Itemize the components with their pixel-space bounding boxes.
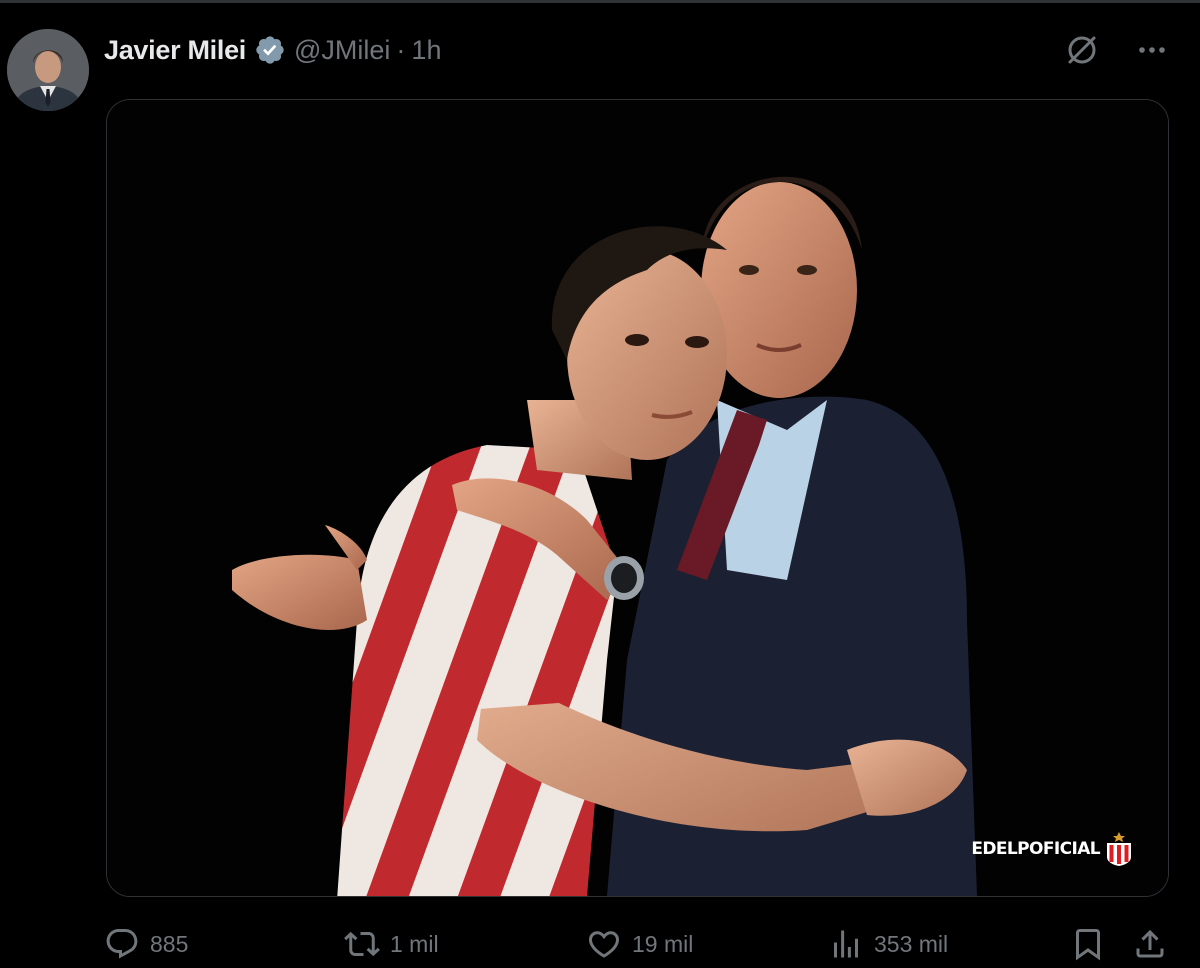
timestamp[interactable]: 1h bbox=[411, 35, 441, 66]
more-icon[interactable] bbox=[1134, 32, 1170, 68]
top-divider bbox=[0, 0, 1200, 3]
like-button[interactable]: 19 mil bbox=[586, 922, 693, 966]
reply-icon bbox=[106, 929, 138, 959]
heart-icon bbox=[588, 931, 620, 958]
watermark-text: EDELPOFICIAL bbox=[971, 839, 1100, 859]
grok-icon[interactable] bbox=[1064, 32, 1100, 68]
separator-dot: · bbox=[396, 34, 406, 65]
repost-button[interactable]: 1 mil bbox=[344, 922, 439, 966]
tweet-photo[interactable]: EDELPOFICIAL bbox=[106, 99, 1169, 897]
repost-icon bbox=[344, 931, 380, 957]
verified-badge-icon[interactable] bbox=[254, 34, 286, 66]
view-count: 353 mil bbox=[874, 930, 949, 957]
tweet-action-bar: 885 1 mil 19 mil 353 mil bbox=[104, 922, 1170, 966]
share-icon bbox=[1136, 929, 1164, 958]
share-button[interactable] bbox=[1132, 922, 1168, 966]
views-button[interactable]: 353 mil bbox=[828, 922, 948, 966]
like-count: 19 mil bbox=[632, 930, 694, 957]
reply-count: 885 bbox=[150, 930, 189, 957]
club-crest-icon bbox=[1106, 832, 1132, 866]
author-display-name[interactable]: Javier Milei bbox=[104, 35, 246, 66]
bookmark-button[interactable] bbox=[1070, 922, 1106, 966]
reply-button[interactable]: 885 bbox=[104, 922, 188, 966]
author-handle[interactable]: @JMilei bbox=[294, 35, 390, 66]
photo-illustration bbox=[107, 100, 1168, 896]
author-avatar[interactable] bbox=[7, 29, 89, 111]
header-actions bbox=[1064, 30, 1170, 70]
repost-count: 1 mil bbox=[390, 930, 439, 957]
watermark: EDELPOFICIAL bbox=[971, 832, 1132, 866]
views-icon bbox=[834, 930, 858, 958]
bookmark-icon bbox=[1076, 929, 1100, 961]
tweet-header: Javier Milei @JMilei · 1h bbox=[104, 30, 441, 70]
